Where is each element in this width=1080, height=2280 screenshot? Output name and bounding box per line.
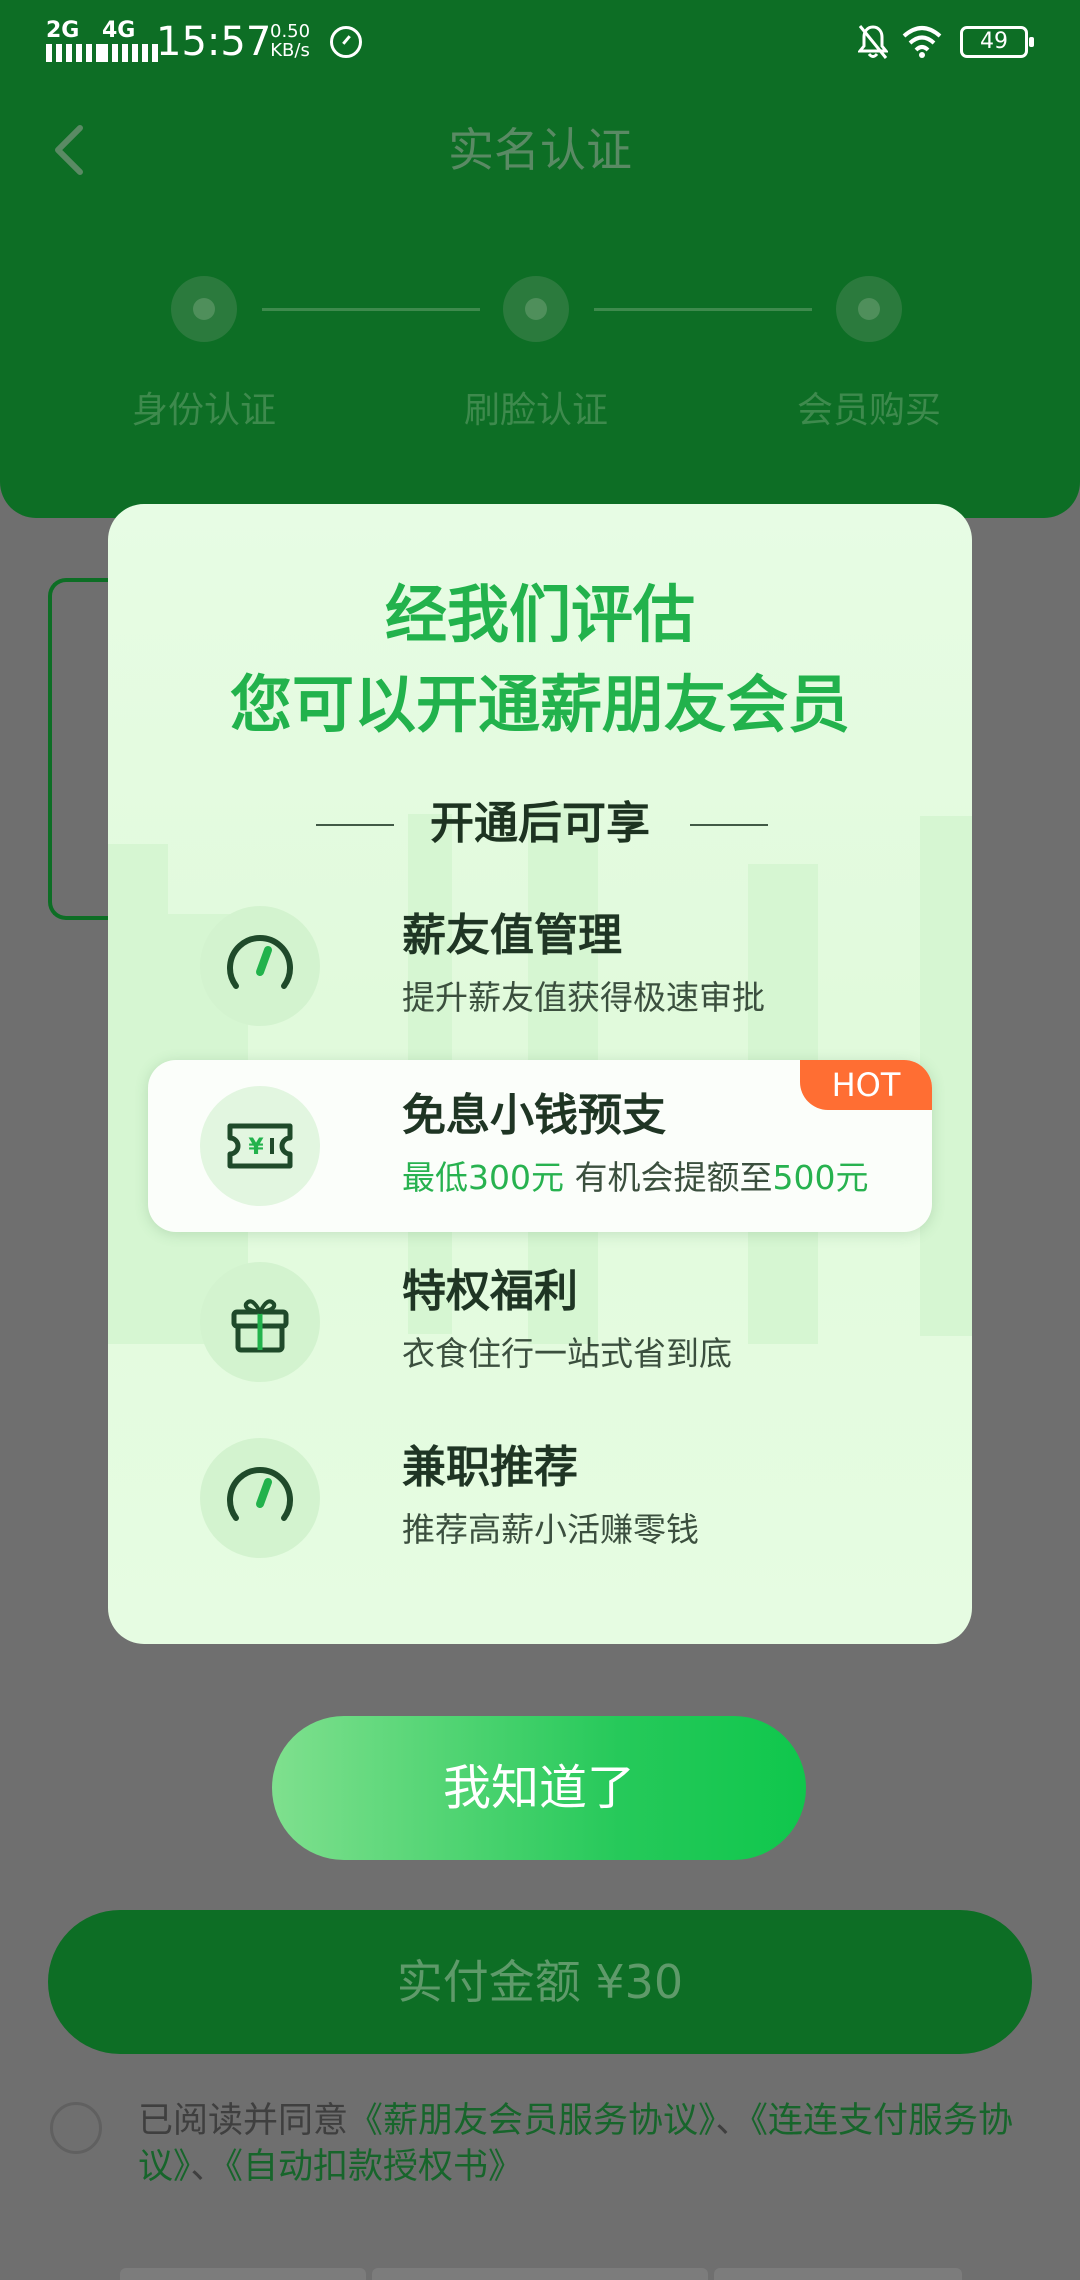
battery-level: 49 [980, 29, 1008, 54]
dialog-title-line-2: 您可以开通薪朋友会员 [229, 668, 850, 741]
agreement-separator-1: 、 [715, 2101, 751, 2141]
step-label-identity: 身份认证 [131, 390, 276, 431]
benefit-title: 兼职推荐 [402, 1442, 578, 1493]
page-title: 实名认证 [448, 123, 632, 177]
step-dot-2 [503, 276, 569, 342]
signal-4g-label: 4G [102, 18, 136, 43]
min-amount: 最低300元 [402, 1158, 564, 1197]
network-speed: 0.50 KB/s [270, 22, 310, 60]
benefit-title: 薪友值管理 [402, 910, 622, 961]
benefit-desc: 提升薪友值获得极速审批 [402, 978, 765, 1017]
raise-text: 有机会提额至 [564, 1158, 773, 1197]
max-amount: 500元 [772, 1158, 869, 1197]
pay-amount-button[interactable]: 实付金额 ¥30 [48, 1910, 1032, 2054]
speedometer-icon [200, 906, 320, 1026]
signal-2g-icon: 2G [46, 20, 102, 62]
autodebit-agreement-link[interactable]: 《自动扣款授权书》 [226, 2147, 524, 2187]
divider-right [690, 824, 768, 826]
step-connector-1 [262, 308, 480, 311]
agreement-prefix: 已阅读并同意 [138, 2101, 349, 2141]
gift-icon [200, 1262, 320, 1382]
network-speed-unit: KB/s [270, 40, 310, 61]
speedometer-icon [200, 1438, 320, 1558]
network-speed-value: 0.50 [270, 21, 311, 42]
got-it-button[interactable]: 我知道了 [272, 1716, 806, 1860]
bottom-partial-item-2 [372, 2268, 708, 2280]
clock-icon [330, 26, 362, 58]
agreement-separator-2: 、 [190, 2147, 226, 2187]
step-label-face: 刷脸认证 [463, 390, 608, 431]
status-time: 15:57 [156, 19, 272, 65]
membership-dialog: 经我们评估 您可以开通薪朋友会员 开通后可享 薪友值管理 提升薪友值获得极速审批… [108, 504, 972, 1644]
member-agreement-link[interactable]: 《薪朋友会员服务协议》 [348, 2101, 716, 2141]
signal-4g-icon: 4G [102, 20, 158, 62]
benefit-item-advance: HOT ¥ 免息小钱预支 最低300元 有机会提额至500元 [148, 1060, 932, 1232]
dialog-title: 经我们评估 您可以开通薪朋友会员 [108, 570, 972, 750]
bell-muted-icon [858, 25, 888, 59]
benefit-desc: 最低300元 有机会提额至500元 [402, 1154, 869, 1202]
bottom-partial-item-1 [120, 2268, 366, 2280]
hot-badge: HOT [800, 1060, 932, 1110]
step-dot-3 [836, 276, 902, 342]
svg-text:¥: ¥ [248, 1135, 264, 1160]
agreement-text: 已阅读并同意《薪朋友会员服务协议》、《连连支付服务协议》、《自动扣款授权书》 [138, 2098, 1018, 2190]
battery-icon: 49 [960, 26, 1034, 58]
wifi-icon [902, 26, 942, 58]
benefits-heading: 开通后可享 [430, 798, 650, 849]
benefit-item-privilege: 特权福利 衣食住行一站式省到底 [148, 1236, 932, 1408]
step-label-membership: 会员购买 [796, 390, 941, 431]
benefit-item-credit: 薪友值管理 提升薪友值获得极速审批 [148, 880, 932, 1052]
dialog-title-line-1: 经我们评估 [384, 578, 695, 651]
benefit-desc: 推荐高薪小活赚零钱 [402, 1510, 699, 1549]
step-connector-2 [594, 308, 812, 311]
benefit-item-parttime: 兼职推荐 推荐高薪小活赚零钱 [148, 1412, 932, 1584]
signal-2g-label: 2G [46, 18, 80, 43]
benefit-title: 免息小钱预支 [402, 1090, 666, 1141]
ticket-icon: ¥ [200, 1086, 320, 1206]
agreement-radio[interactable] [50, 2102, 102, 2154]
benefit-desc: 衣食住行一站式省到底 [402, 1334, 732, 1373]
benefit-title: 特权福利 [402, 1266, 578, 1317]
step-dot-1 [171, 276, 237, 342]
bottom-partial-item-3 [714, 2268, 962, 2280]
status-bar: 2G 4G 15:57 0.50 KB/s 49 [0, 0, 1080, 84]
